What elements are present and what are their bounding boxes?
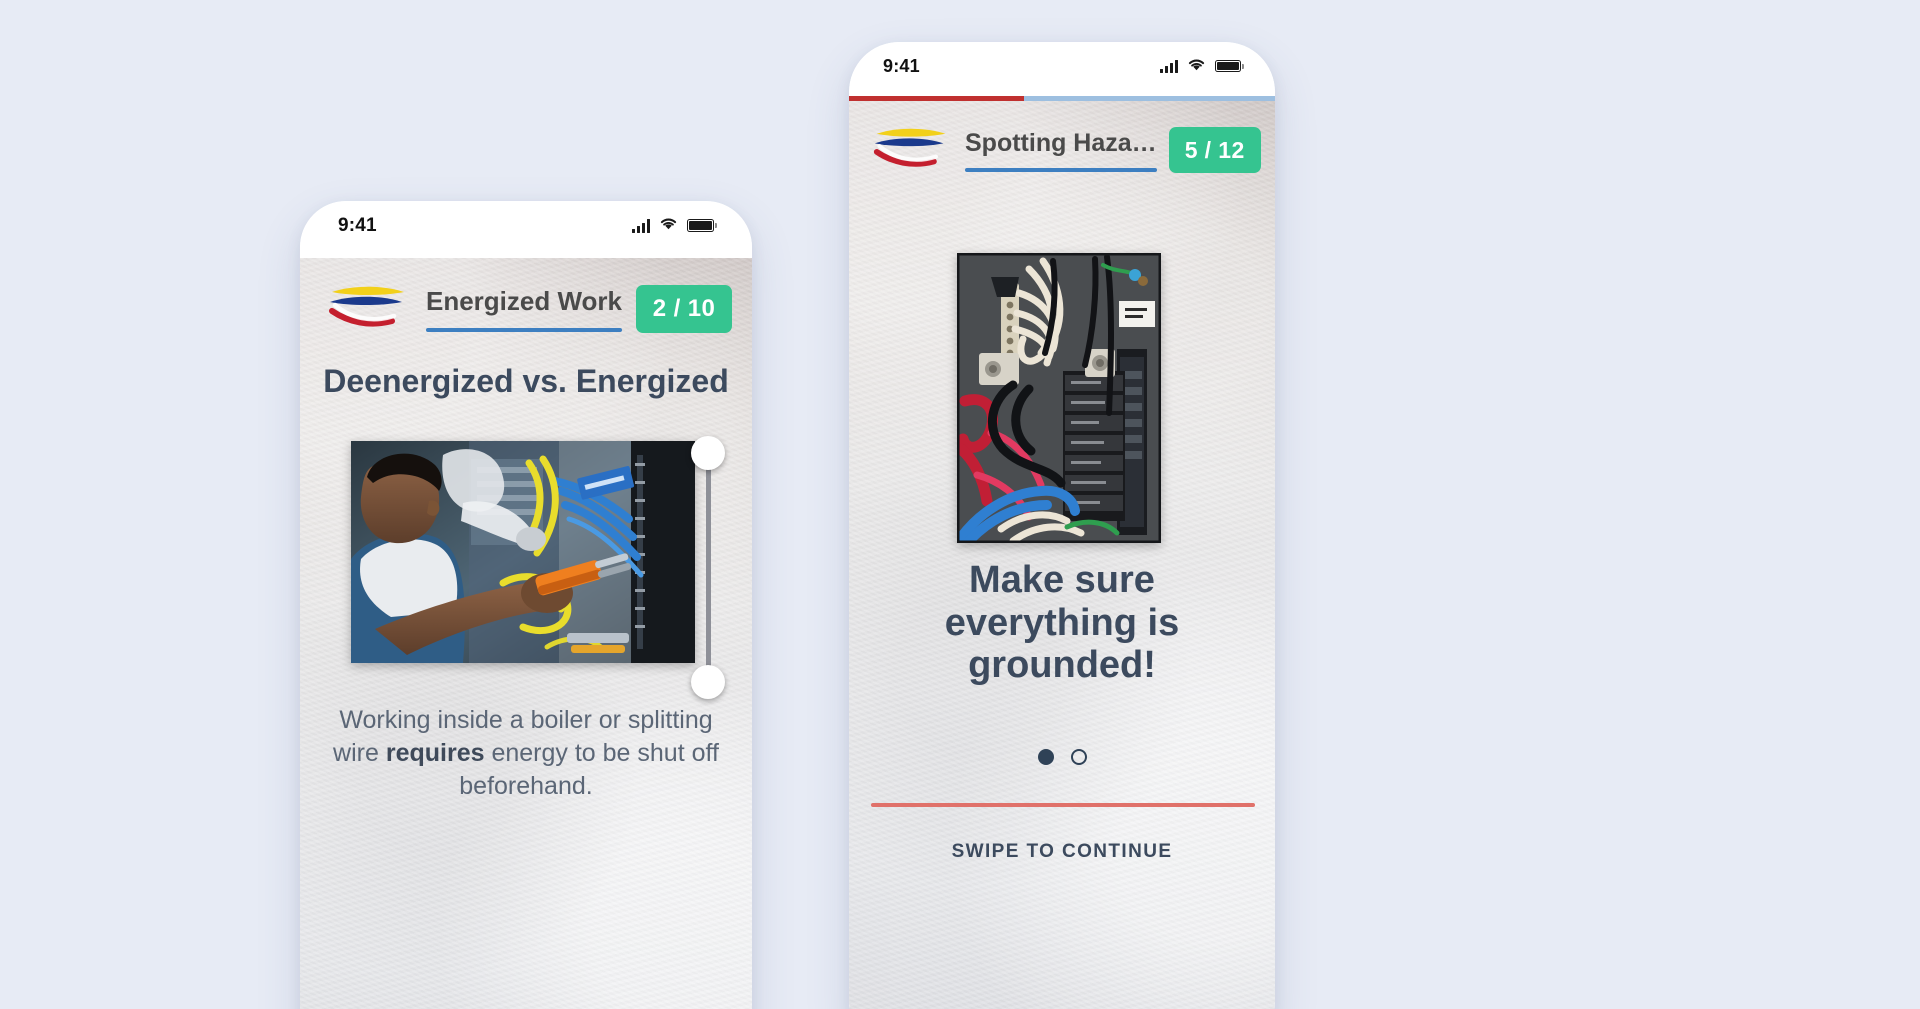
phone-screen-right: 9:41 Spotting Haza… 5 / 12 Make sure eve… bbox=[849, 42, 1275, 1009]
body-text-emphasis: requires bbox=[385, 739, 485, 767]
phone-screen-left: 9:41 Energized Work 2 / 10 Deenergized v… bbox=[300, 201, 752, 1009]
phone-mockup-left: 9:41 Energized Work 2 / 10 Deenergized v… bbox=[300, 201, 752, 1009]
swipe-to-continue-label[interactable]: SWIPE TO CONTINUE bbox=[849, 841, 1275, 863]
lesson-progress-fill bbox=[849, 96, 1024, 101]
lesson-header: Spotting Haza… 5 / 12 bbox=[871, 122, 1261, 178]
battery-icon bbox=[687, 219, 717, 232]
section-divider bbox=[871, 803, 1255, 807]
scene: 9:41 Energized Work 2 / 10 Deenergized v… bbox=[0, 0, 1920, 1009]
lesson-title-underline bbox=[965, 167, 1157, 172]
cellular-signal-icon bbox=[1160, 59, 1178, 73]
phone-mockup-right: 9:41 Spotting Haza… 5 / 12 Make sure eve… bbox=[849, 42, 1275, 1009]
status-time: 9:41 bbox=[883, 55, 920, 76]
battery-icon bbox=[1215, 59, 1244, 73]
lesson-photo bbox=[351, 441, 695, 663]
card-body-text: Working inside a boiler or splitting wir… bbox=[300, 704, 752, 803]
slider-handle-bottom[interactable] bbox=[691, 665, 725, 699]
lesson-title-block: Spotting Haza… bbox=[965, 129, 1157, 172]
card-heading: Make sure everything is grounded! bbox=[944, 559, 1180, 687]
wifi-icon bbox=[1187, 57, 1206, 76]
pagination-dot-inactive[interactable] bbox=[1070, 749, 1087, 765]
screen-body-right: Spotting Haza… 5 / 12 Make sure everythi… bbox=[849, 101, 1275, 1009]
cellular-signal-icon bbox=[632, 218, 650, 233]
brand-swoosh-logo-icon bbox=[326, 283, 412, 335]
wifi-icon bbox=[659, 216, 678, 235]
card-heading: Deenergized vs. Energized bbox=[323, 363, 729, 399]
lesson-title: Energized Work bbox=[426, 286, 623, 316]
lesson-photo bbox=[957, 253, 1161, 543]
status-icons bbox=[1160, 57, 1244, 76]
pagination-dots[interactable] bbox=[849, 749, 1275, 765]
scroll-rail[interactable] bbox=[706, 453, 711, 693]
status-bar: 9:41 bbox=[849, 42, 1275, 96]
progress-badge[interactable]: 5 / 12 bbox=[1168, 127, 1261, 173]
lesson-title-underline bbox=[426, 328, 623, 332]
lesson-header: Energized Work 2 / 10 bbox=[326, 280, 733, 338]
status-icons bbox=[632, 216, 717, 235]
pagination-dot-active[interactable] bbox=[1037, 749, 1054, 765]
lesson-card-left: Energized Work 2 / 10 Deenergized vs. En… bbox=[300, 258, 752, 1009]
body-text-after: energy to be shut off beforehand. bbox=[459, 739, 719, 800]
brand-swoosh-logo-icon bbox=[871, 125, 953, 175]
progress-badge[interactable]: 2 / 10 bbox=[636, 285, 733, 333]
status-bar: 9:41 bbox=[300, 201, 752, 258]
status-time: 9:41 bbox=[338, 214, 377, 236]
lesson-progress-track bbox=[1023, 96, 1275, 101]
lesson-card-right: Spotting Haza… 5 / 12 Make sure everythi… bbox=[849, 101, 1275, 1009]
lesson-title: Spotting Haza… bbox=[965, 128, 1157, 157]
lesson-progress-bar bbox=[849, 96, 1275, 101]
slider-handle-top[interactable] bbox=[691, 436, 725, 470]
lesson-title-block: Energized Work bbox=[426, 286, 623, 332]
screen-body-left: Energized Work 2 / 10 Deenergized vs. En… bbox=[300, 258, 752, 1009]
